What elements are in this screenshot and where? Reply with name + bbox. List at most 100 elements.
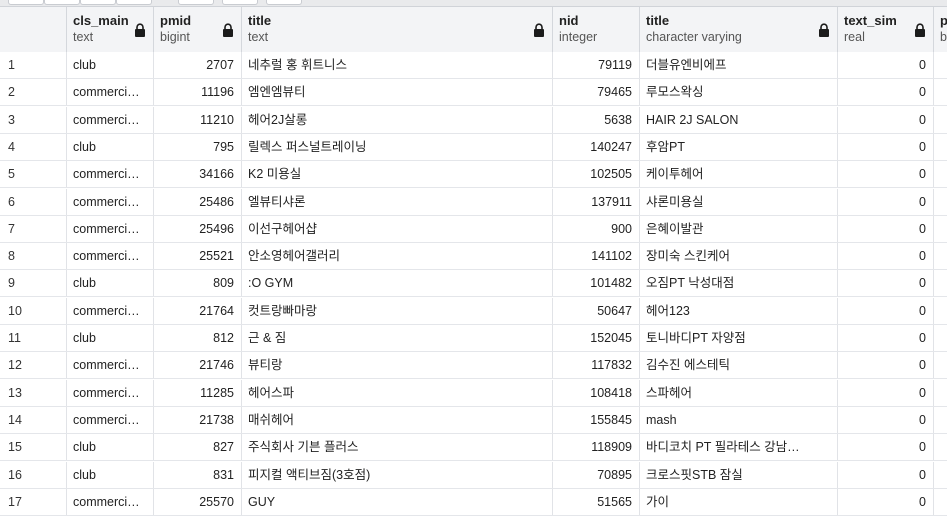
- table-cell[interactable]: 릴렉스 퍼스널트레이닝: [242, 133, 553, 160]
- table-cell[interactable]: 김수진 에스테틱: [640, 352, 838, 379]
- table-cell[interactable]: 피지컬 액티브짐(3호점): [242, 461, 553, 488]
- column-header[interactable]: title character varying: [640, 7, 838, 52]
- table-cell[interactable]: [934, 489, 947, 515]
- table-cell[interactable]: club: [67, 133, 154, 160]
- table-cell[interactable]: 0: [838, 325, 934, 351]
- table-cell[interactable]: 컷트랑빠마랑: [242, 297, 553, 324]
- table-cell[interactable]: 25570: [154, 488, 242, 515]
- table-cell[interactable]: K2 미용실: [242, 161, 553, 188]
- table-cell[interactable]: 152045: [553, 325, 640, 351]
- table-cell[interactable]: [934, 270, 947, 296]
- table-cell[interactable]: 79119: [553, 52, 640, 78]
- table-row[interactable]: 17 commerci… 25570 GUY 51565 가이 0: [0, 488, 947, 516]
- table-cell[interactable]: 0: [838, 352, 934, 379]
- table-row[interactable]: 5 commerci… 34166 K2 미용실 102505 케이투헤어 0: [0, 161, 947, 189]
- table-cell[interactable]: 809: [154, 270, 242, 297]
- table-cell[interactable]: 매쉬헤어: [242, 406, 553, 433]
- row-number-cell[interactable]: 10: [0, 297, 67, 324]
- table-cell[interactable]: [934, 462, 947, 488]
- table-row[interactable]: 10 commerci… 21764 컷트랑빠마랑 50647 헤어123 0: [0, 297, 947, 325]
- row-number-cell[interactable]: 3: [0, 106, 67, 133]
- table-cell[interactable]: [934, 216, 947, 242]
- table-cell[interactable]: 0: [838, 106, 934, 133]
- table-cell[interactable]: 118909: [553, 434, 640, 461]
- table-cell[interactable]: 50647: [553, 297, 640, 324]
- table-cell[interactable]: 155845: [553, 406, 640, 433]
- table-row[interactable]: 12 commerci… 21746 뷰티랑 117832 김수진 에스테틱 0: [0, 352, 947, 380]
- table-row[interactable]: 7 commerci… 25496 이선구헤어샵 900 은혜이발관 0: [0, 215, 947, 243]
- table-cell[interactable]: commerci…: [67, 161, 154, 188]
- table-cell[interactable]: 795: [154, 133, 242, 160]
- table-cell[interactable]: 21764: [154, 297, 242, 324]
- table-cell[interactable]: 0: [838, 488, 934, 515]
- table-cell[interactable]: 812: [154, 325, 242, 351]
- table-cell[interactable]: 0: [838, 243, 934, 270]
- table-row[interactable]: 1 club 2707 네추럴 홍 휘트니스 79119 더블유엔비에프 0: [0, 52, 947, 79]
- table-row[interactable]: 8 commerci… 25521 안소영헤어갤러리 141102 장미숙 스킨케어 0: [0, 243, 947, 271]
- table-cell[interactable]: 뷰티랑: [242, 352, 553, 379]
- row-number-cell[interactable]: 8: [0, 243, 67, 270]
- table-cell[interactable]: 스파헤어: [640, 379, 838, 406]
- table-cell[interactable]: 오짐PT 낙성대점: [640, 270, 838, 297]
- column-header[interactable]: text_sim real: [838, 7, 934, 52]
- table-cell[interactable]: 137911: [553, 188, 640, 215]
- row-number-cell[interactable]: 17: [0, 488, 67, 515]
- table-cell[interactable]: 토니바디PT 자양점: [640, 325, 838, 351]
- table-cell[interactable]: 2707: [154, 52, 242, 78]
- table-cell[interactable]: 102505: [553, 161, 640, 188]
- column-header[interactable]: title text: [242, 7, 553, 52]
- row-number-cell[interactable]: 5: [0, 161, 67, 188]
- table-cell[interactable]: commerci…: [67, 488, 154, 515]
- table-cell[interactable]: club: [67, 270, 154, 297]
- table-cell[interactable]: 루모스왁싱: [640, 79, 838, 106]
- table-cell[interactable]: [934, 52, 947, 78]
- table-cell[interactable]: club: [67, 461, 154, 488]
- table-cell[interactable]: 831: [154, 461, 242, 488]
- row-number-cell[interactable]: 6: [0, 188, 67, 215]
- column-header[interactable]: pb: [934, 7, 947, 52]
- table-cell[interactable]: 21746: [154, 352, 242, 379]
- table-cell[interactable]: 케이투헤어: [640, 161, 838, 188]
- toolbar-button[interactable]: [8, 0, 44, 5]
- row-number-cell[interactable]: 11: [0, 325, 67, 351]
- table-cell[interactable]: 네추럴 홍 휘트니스: [242, 52, 553, 78]
- table-cell[interactable]: 117832: [553, 352, 640, 379]
- table-cell[interactable]: 900: [553, 215, 640, 242]
- table-cell[interactable]: 주식회사 기븐 플러스: [242, 434, 553, 461]
- table-cell[interactable]: 11285: [154, 379, 242, 406]
- row-number-cell[interactable]: 4: [0, 133, 67, 160]
- table-cell[interactable]: commerci…: [67, 79, 154, 106]
- table-cell[interactable]: :O GYM: [242, 270, 553, 297]
- table-cell[interactable]: 11210: [154, 106, 242, 133]
- table-row[interactable]: 4 club 795 릴렉스 퍼스널트레이닝 140247 후암PT 0: [0, 133, 947, 161]
- table-cell[interactable]: commerci…: [67, 188, 154, 215]
- column-header[interactable]: nid integer: [553, 7, 640, 52]
- table-row[interactable]: 16 club 831 피지컬 액티브짐(3호점) 70895 크로스핏STB 잠실 0: [0, 461, 947, 489]
- table-cell[interactable]: 0: [838, 379, 934, 406]
- table-cell[interactable]: 11196: [154, 79, 242, 106]
- table-cell[interactable]: 0: [838, 52, 934, 78]
- table-cell[interactable]: [934, 325, 947, 351]
- table-cell[interactable]: commerci…: [67, 215, 154, 242]
- toolbar-button[interactable]: [222, 0, 258, 5]
- table-row[interactable]: 14 commerci… 21738 매쉬헤어 155845 mash 0: [0, 406, 947, 434]
- table-cell[interactable]: 헤어2J살롱: [242, 106, 553, 133]
- table-cell[interactable]: 이선구헤어샵: [242, 215, 553, 242]
- column-header[interactable]: cls_main text: [67, 7, 154, 52]
- table-cell[interactable]: HAIR 2J SALON: [640, 106, 838, 133]
- table-cell[interactable]: [934, 79, 947, 105]
- table-cell[interactable]: mash: [640, 406, 838, 433]
- table-cell[interactable]: 0: [838, 79, 934, 106]
- table-cell[interactable]: 크로스핏STB 잠실: [640, 461, 838, 488]
- table-cell[interactable]: 827: [154, 434, 242, 461]
- table-cell[interactable]: commerci…: [67, 297, 154, 324]
- table-cell[interactable]: 108418: [553, 379, 640, 406]
- row-number-cell[interactable]: 9: [0, 270, 67, 297]
- table-cell[interactable]: 0: [838, 161, 934, 188]
- table-cell[interactable]: 51565: [553, 488, 640, 515]
- table-cell[interactable]: 5638: [553, 106, 640, 133]
- table-row[interactable]: 11 club 812 근 & 짐 152045 토니바디PT 자양점 0: [0, 325, 947, 352]
- table-cell[interactable]: 헤어123: [640, 297, 838, 324]
- table-row[interactable]: 15 club 827 주식회사 기븐 플러스 118909 바디코치 PT 필라테스 강…: [0, 434, 947, 462]
- table-cell[interactable]: 0: [838, 188, 934, 215]
